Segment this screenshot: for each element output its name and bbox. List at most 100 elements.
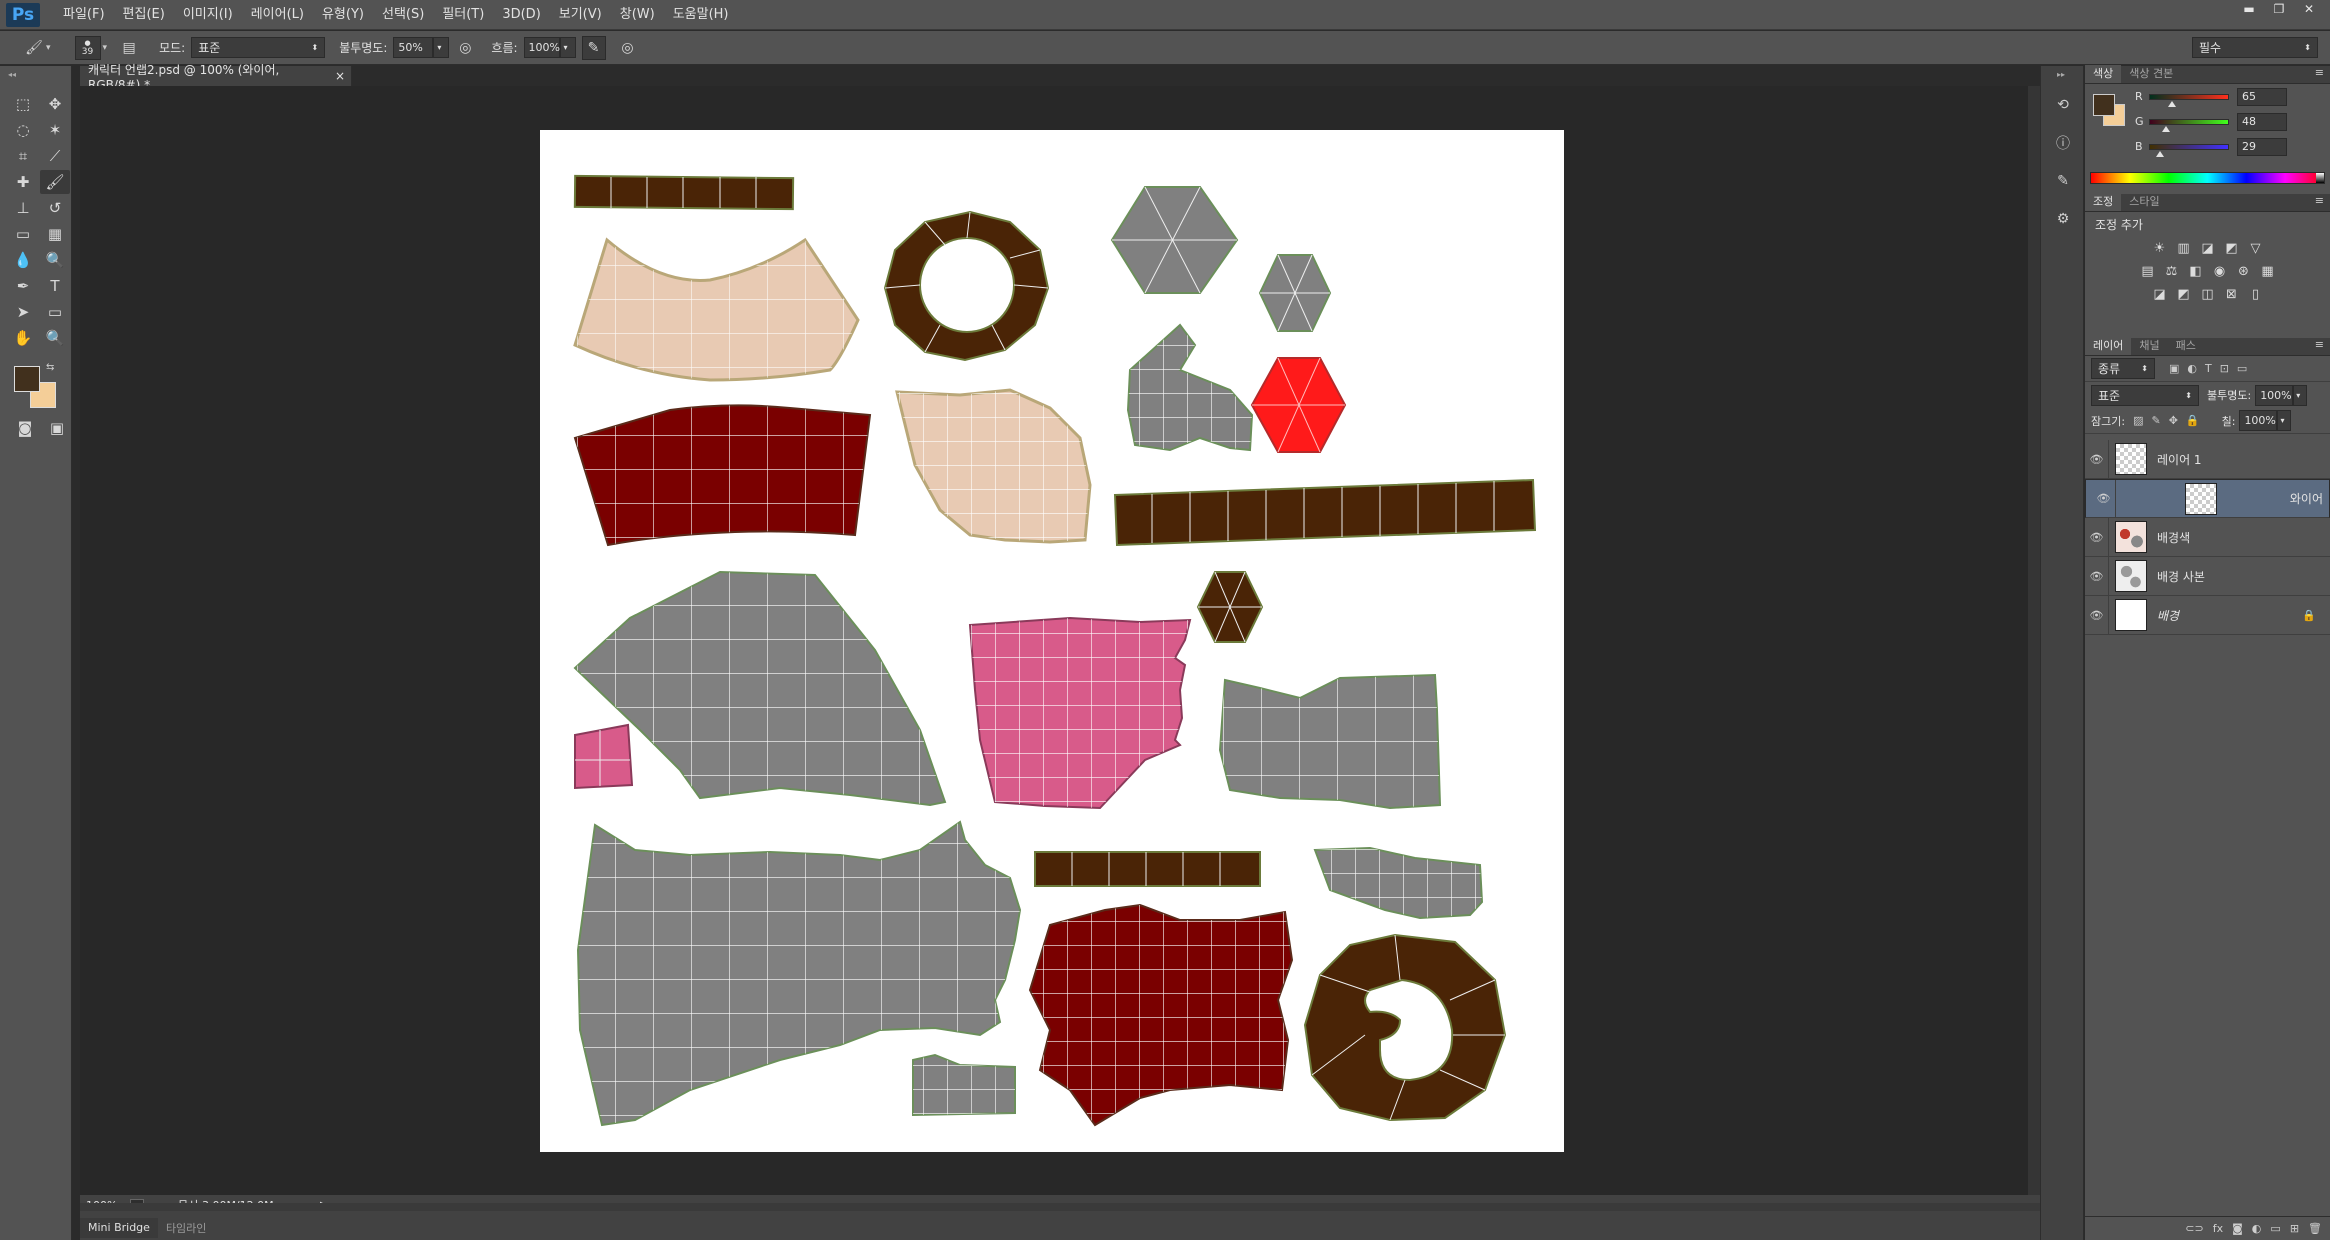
tab-styles[interactable]: 스타일 [2121,193,2167,211]
posterize-icon[interactable]: ◩ [2174,287,2194,302]
blur-tool-icon[interactable]: 💧 [8,248,38,272]
layer-row[interactable]: 👁 레이어 1 [2085,440,2330,479]
black-white-ramp[interactable] [2316,173,2324,183]
selective-color-icon[interactable]: ⊠ [2222,287,2242,302]
curves-icon[interactable]: ◪ [2198,241,2218,256]
panel-menu-icon[interactable]: ≡ [2315,66,2324,79]
tab-layers[interactable]: 레이어 [2085,337,2132,355]
pen-tool-icon[interactable]: ✒ [8,274,38,298]
foreground-color-chip[interactable] [2093,94,2115,116]
menu-edit[interactable]: 편집(E) [114,0,174,30]
new-layer-icon[interactable]: ⊞ [2290,1222,2299,1235]
tool-preset-picker[interactable]: 🖌 ▾ [22,35,50,61]
visibility-eye-icon[interactable]: 👁 [2092,480,2116,517]
menu-view[interactable]: 보기(V) [550,0,611,30]
layer-opacity-field[interactable]: 100% [2255,384,2294,406]
panel-menu-icon[interactable]: ≡ [2315,194,2324,207]
lock-icons[interactable]: ▨✎✥🔒 [2133,414,2208,427]
shape-tool-icon[interactable]: ▭ [40,300,70,324]
magic-wand-tool-icon[interactable]: ✶ [40,118,70,142]
visibility-eye-icon[interactable]: 👁 [2085,518,2109,556]
layer-filter-select[interactable]: 종류 ⬍ [2091,358,2155,379]
flow-dropdown-button[interactable]: ▾ [559,37,576,58]
crop-tool-icon[interactable]: ⌗ [8,144,38,168]
brightness-icon[interactable]: ☀ [2150,241,2170,256]
slider-thumb-icon[interactable] [2168,100,2176,107]
tab-adjustments[interactable]: 조정 [2085,193,2122,211]
clone-stamp-tool-icon[interactable]: ⊥ [8,196,38,220]
pressure-opacity-icon[interactable]: ◎ [453,36,477,60]
layer-filter-icons[interactable]: ▣◐T⊡▭ [2169,362,2255,375]
blue-value[interactable]: 29 [2237,137,2287,156]
history-panel-icon[interactable]: ⟲ [2048,93,2078,117]
layer-row[interactable]: 👁 배경색 [2085,518,2330,557]
opacity-dropdown-button[interactable]: ▾ [433,37,450,58]
restore-button[interactable]: ❐ [2264,0,2294,18]
blend-mode-select[interactable]: 표준 ⬍ [2091,384,2199,406]
history-brush-tool-icon[interactable]: ↺ [40,196,70,220]
zoom-tool-icon[interactable]: 🔍 [40,326,70,350]
tool-presets-icon[interactable]: ⚙ [2048,207,2078,231]
fx-icon[interactable]: fx [2213,1222,2223,1235]
swap-colors-icon[interactable]: ⇆ [46,362,54,373]
close-button[interactable]: ✕ [2294,0,2324,18]
add-mask-icon[interactable]: ◙ [2232,1222,2243,1235]
close-tab-icon[interactable]: × [335,69,345,83]
opacity-field[interactable]: 50% [393,37,434,58]
tab-swatches[interactable]: 색상 견본 [2121,65,2181,83]
menu-image[interactable]: 이미지(I) [174,0,242,30]
exposure-icon[interactable]: ◩ [2222,241,2242,256]
tab-channels[interactable]: 채널 [2131,337,2167,355]
marquee-tool-icon[interactable]: ⬚ [8,92,38,116]
layer-row[interactable]: 👁 배경 🔒 [2085,596,2330,635]
new-group-icon[interactable]: ▭ [2270,1222,2280,1235]
menu-select[interactable]: 선택(S) [373,0,433,30]
visibility-eye-icon[interactable]: 👁 [2085,596,2109,634]
fill-field[interactable]: 100% [2239,410,2278,431]
menu-help[interactable]: 도움말(H) [664,0,738,30]
layer-row-selected[interactable]: 👁 와이어 [2085,479,2330,518]
screen-mode-icon[interactable]: ▣ [42,416,72,440]
foreground-color-swatch[interactable] [14,366,40,392]
fill-dropdown[interactable]: ▾ [2277,410,2292,431]
tab-mini-bridge[interactable]: Mini Bridge [80,1217,158,1238]
visibility-eye-icon[interactable]: 👁 [2085,440,2109,478]
menu-filter[interactable]: 필터(T) [433,0,493,30]
levels-icon[interactable]: ▥ [2174,241,2194,256]
document-tab[interactable]: 캐릭터 언랩2.psd @ 100% (와이어, RGB/8#) * × [80,63,352,92]
brush-preset-picker[interactable]: ● 39 ▾ [74,35,107,61]
green-value[interactable]: 48 [2237,112,2287,131]
quick-mask-icon[interactable]: ◙ [10,416,40,440]
horizontal-scrollbar[interactable] [80,1203,2040,1211]
link-layers-icon[interactable]: ⊂⊃ [2185,1222,2203,1235]
healing-brush-tool-icon[interactable]: ✚ [8,170,38,194]
layer-row[interactable]: 👁 배경 사본 [2085,557,2330,596]
tab-paths[interactable]: 패스 [2168,337,2204,355]
threshold-icon[interactable]: ◫ [2198,287,2218,302]
mode-select[interactable]: 표준 ⬍ [191,37,326,58]
menu-window[interactable]: 창(W) [611,0,664,30]
red-value[interactable]: 65 [2237,87,2287,106]
eyedropper-tool-icon[interactable]: ⟋ [40,144,70,168]
red-slider[interactable] [2149,93,2229,107]
menu-layer[interactable]: 레이어(L) [242,0,313,30]
eraser-tool-icon[interactable]: ▭ [8,222,38,246]
document-canvas[interactable] [540,130,1564,1152]
adjustment-layer-icon[interactable]: ◐ [2252,1222,2262,1235]
green-slider[interactable] [2149,118,2229,132]
menu-3d[interactable]: 3D(D) [493,0,549,30]
vibrance-icon[interactable]: ▽ [2246,241,2266,256]
color-lookup-icon[interactable]: ▦ [2258,264,2278,279]
vertical-scrollbar[interactable] [2028,86,2040,1195]
tab-color[interactable]: 색상 [2085,65,2122,83]
gradient-tool-icon[interactable]: ▦ [40,222,70,246]
color-spectrum[interactable] [2090,172,2325,184]
panel-menu-icon[interactable]: ≡ [2315,338,2324,351]
info-panel-icon[interactable]: ⓘ [2048,131,2078,155]
layer-opacity-dropdown[interactable]: ▾ [2293,384,2308,406]
brush-tool-icon[interactable]: 🖌 [40,170,70,194]
gradient-map-icon[interactable]: ▯ [2246,287,2266,302]
hand-tool-icon[interactable]: ✋ [8,326,38,350]
photo-filter-icon[interactable]: ◉ [2210,264,2230,279]
blue-slider[interactable] [2149,143,2229,157]
